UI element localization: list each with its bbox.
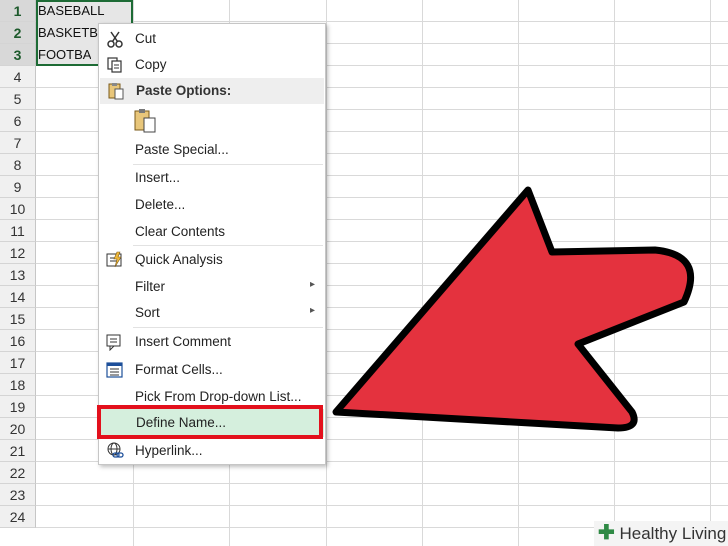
watermark-text: Healthy Living xyxy=(619,524,727,543)
cross-icon: ✚ xyxy=(598,522,615,544)
watermark-logo: ✚ Healthy Living xyxy=(594,521,728,546)
pointer-arrow-icon xyxy=(332,186,695,432)
